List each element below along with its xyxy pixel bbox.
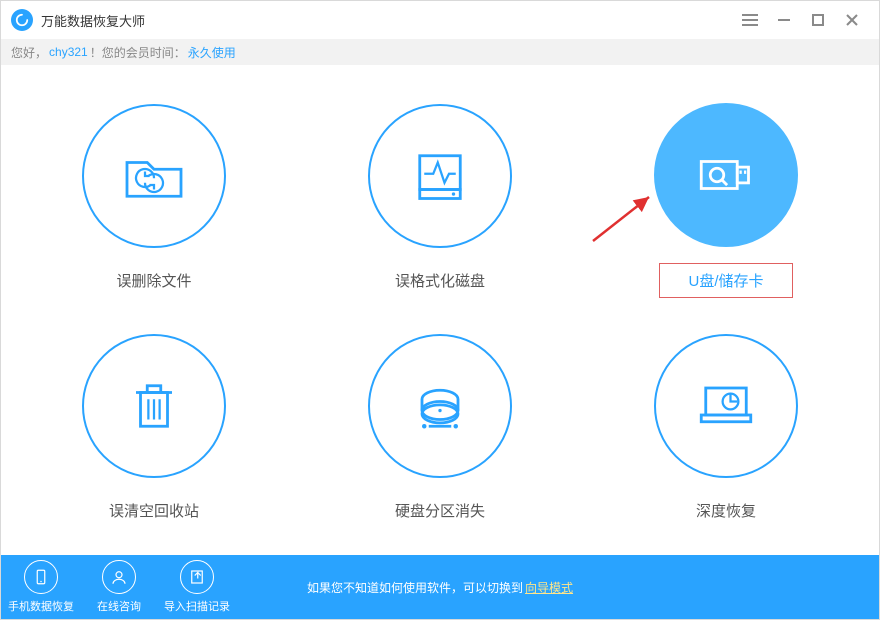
option-partition-lost[interactable]: 硬盘分区消失 bbox=[297, 315, 583, 545]
trash-icon bbox=[118, 370, 190, 442]
disk-pulse-icon bbox=[404, 140, 476, 212]
phone-icon bbox=[24, 560, 58, 594]
person-icon bbox=[102, 560, 136, 594]
minimize-button[interactable] bbox=[767, 6, 801, 34]
option-formatted-disk[interactable]: 误格式化磁盘 bbox=[297, 85, 583, 315]
maximize-button[interactable] bbox=[801, 6, 835, 34]
option-label: U盘/储存卡 bbox=[659, 263, 792, 298]
laptop-scan-icon bbox=[690, 370, 762, 442]
app-title: 万能数据恢复大师 bbox=[41, 11, 145, 30]
option-usb-sdcard[interactable]: U盘/储存卡 bbox=[583, 85, 869, 315]
hdd-icon bbox=[404, 370, 476, 442]
option-recycle-bin[interactable]: 误清空回收站 bbox=[11, 315, 297, 545]
folder-refresh-icon bbox=[118, 140, 190, 212]
wizard-mode-link[interactable]: 向导模式 bbox=[525, 579, 573, 596]
option-deleted-files[interactable]: 误删除文件 bbox=[11, 85, 297, 315]
footer-hint: 如果您不知道如何使用软件，可以切换到 向导模式 bbox=[307, 579, 573, 596]
footer-mobile-recovery[interactable]: 手机数据恢复 bbox=[13, 560, 69, 614]
footer-online-support[interactable]: 在线咨询 bbox=[91, 560, 147, 614]
footer-import-scan[interactable]: 导入扫描记录 bbox=[169, 560, 225, 614]
usb-search-icon bbox=[690, 139, 762, 211]
hint-text: 如果您不知道如何使用软件，可以切换到 bbox=[307, 579, 523, 596]
footer-label: 导入扫描记录 bbox=[164, 598, 230, 614]
greeting-prefix: 您好， bbox=[11, 44, 47, 61]
option-label: 误清空回收站 bbox=[89, 494, 219, 527]
option-label: 误删除文件 bbox=[96, 264, 211, 297]
footer-label: 在线咨询 bbox=[97, 598, 141, 614]
option-label: 深度恢复 bbox=[676, 494, 776, 527]
close-button[interactable] bbox=[835, 6, 869, 34]
greeting-username: chy321 bbox=[49, 45, 88, 59]
import-icon bbox=[180, 560, 214, 594]
greeting-mid: ！您的会员时间： bbox=[90, 44, 186, 61]
option-deep-recovery[interactable]: 深度恢复 bbox=[583, 315, 869, 545]
app-logo bbox=[11, 9, 33, 31]
greeting-duration: 永久使用 bbox=[188, 44, 236, 61]
option-label: 硬盘分区消失 bbox=[375, 494, 505, 527]
greeting-bar: 您好， chy321 ！您的会员时间： 永久使用 bbox=[1, 39, 879, 65]
footer-label: 手机数据恢复 bbox=[8, 598, 74, 614]
menu-button[interactable] bbox=[733, 6, 767, 34]
option-label: 误格式化磁盘 bbox=[375, 264, 505, 297]
